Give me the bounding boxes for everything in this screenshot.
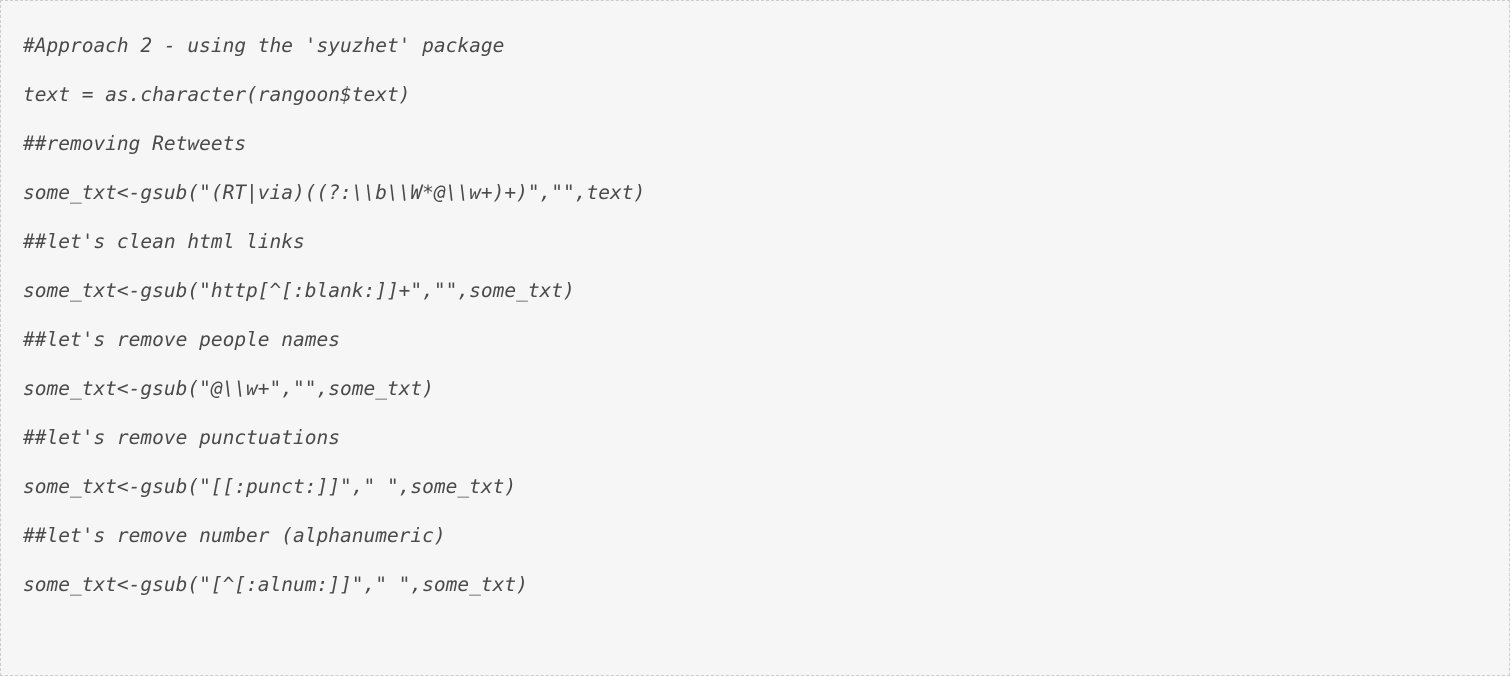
code-line: text = as.character(rangoon$text) bbox=[23, 70, 1487, 119]
code-block: #Approach 2 - using the 'syuzhet' packag… bbox=[0, 0, 1510, 676]
code-line: ##let's remove punctuations bbox=[23, 413, 1487, 462]
code-line: ##removing Retweets bbox=[23, 119, 1487, 168]
code-line: some_txt<-gsub("[^[:alnum:]]"," ",some_t… bbox=[23, 560, 1487, 609]
code-line: some_txt<-gsub("http[^[:blank:]]+","",so… bbox=[23, 266, 1487, 315]
code-line: some_txt<-gsub("(RT|via)((?:\\b\\W*@\\w+… bbox=[23, 168, 1487, 217]
code-line: some_txt<-gsub("[[:punct:]]"," ",some_tx… bbox=[23, 462, 1487, 511]
code-line: ##let's remove people names bbox=[23, 315, 1487, 364]
code-line: some_txt<-gsub("@\\w+","",some_txt) bbox=[23, 364, 1487, 413]
code-line: ##let's remove number (alphanumeric) bbox=[23, 511, 1487, 560]
code-line: ##let's clean html links bbox=[23, 217, 1487, 266]
code-line: #Approach 2 - using the 'syuzhet' packag… bbox=[23, 21, 1487, 70]
